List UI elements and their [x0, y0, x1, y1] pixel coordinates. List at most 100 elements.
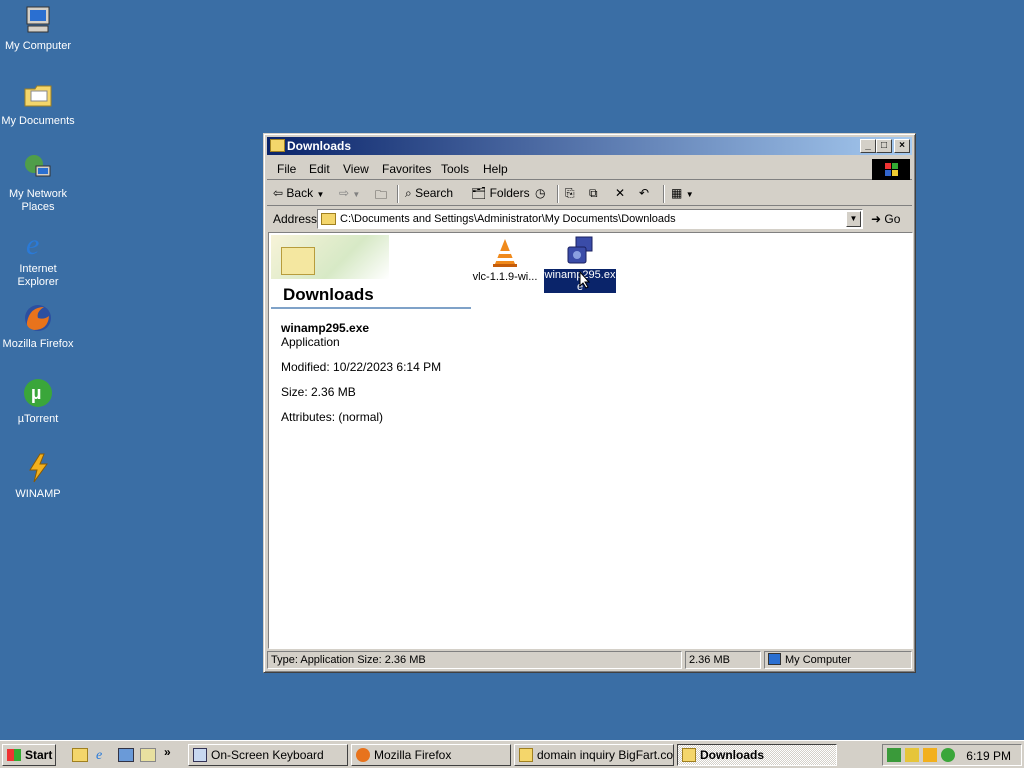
- folders-button[interactable]: 🗂 Folders: [471, 186, 530, 200]
- webview-banner: Downloads: [271, 235, 471, 309]
- folders-icon: 🗂: [471, 186, 487, 200]
- status-zone: My Computer: [764, 651, 912, 669]
- delete-x-icon: ✕: [615, 186, 626, 200]
- menu-view[interactable]: View: [343, 162, 369, 176]
- utorrent-tray-icon[interactable]: [941, 748, 955, 762]
- toolbar: ⇦ Back ▼ ⇨ ▼ 🗀 ⌕ Search 🗂 Folders ◷ ⎘ ⧉ …: [267, 182, 912, 206]
- quicklaunch-overflow-icon[interactable]: »: [164, 745, 180, 759]
- forward-button[interactable]: ⇨ ▼: [339, 186, 360, 200]
- desktop-icon-utorrent[interactable]: µ µTorrent: [0, 377, 76, 426]
- forward-arrow-icon: ⇨: [339, 186, 350, 200]
- back-button[interactable]: ⇦ Back ▼: [273, 186, 324, 200]
- firefox-icon: [22, 302, 54, 334]
- desktop-icon-winamp[interactable]: WINAMP: [0, 452, 76, 501]
- window-title: Downloads: [287, 139, 352, 153]
- window-titlebar[interactable]: Downloads _ □ ×: [267, 137, 912, 155]
- folder-icon: [270, 139, 285, 152]
- explorer-window: Downloads _ □ × File Edit View Favorites…: [263, 133, 916, 673]
- search-button[interactable]: ⌕ Search: [405, 186, 453, 201]
- maximize-button[interactable]: □: [876, 139, 892, 153]
- menu-favorites[interactable]: Favorites: [382, 162, 431, 176]
- desktop-icon-network-places[interactable]: My Network Places: [0, 152, 76, 214]
- history-button[interactable]: ◷: [535, 186, 545, 200]
- task-downloads[interactable]: Downloads: [677, 744, 837, 766]
- folder-content-area[interactable]: Downloads winamp295.exe Application Modi…: [268, 232, 913, 649]
- firefox-icon: [356, 748, 370, 762]
- history-icon: ◷: [535, 186, 546, 200]
- desktop-icon-internet-explorer[interactable]: e Internet Explorer: [0, 227, 76, 289]
- svg-text:µ: µ: [31, 383, 41, 403]
- menu-help[interactable]: Help: [483, 162, 508, 176]
- file-item-label: vlc-1.1.9-wi...: [472, 271, 538, 283]
- desktop-icon-label: Internet Explorer: [17, 263, 59, 288]
- documents-folder-icon: [22, 79, 54, 111]
- up-folder-button[interactable]: 🗀: [375, 186, 387, 207]
- system-tray: 6:19 PM: [882, 744, 1022, 766]
- selected-file-type: Application: [281, 335, 340, 349]
- winamp-icon: [22, 452, 54, 484]
- svg-text:e: e: [26, 228, 39, 259]
- undo-button[interactable]: ↶: [639, 186, 649, 200]
- vlc-cone-icon: [489, 237, 521, 269]
- copy-to-button[interactable]: ⧉: [589, 186, 598, 201]
- toolbar-separator: [663, 185, 665, 203]
- delete-button[interactable]: ✕: [615, 186, 625, 200]
- folder-icon: [321, 213, 336, 225]
- menu-tools[interactable]: Tools: [441, 162, 469, 176]
- folder-icon: [682, 748, 696, 762]
- search-icon: ⌕: [405, 186, 412, 200]
- desktop-icon-label: WINAMP: [15, 488, 61, 500]
- windows-logo-icon: [872, 159, 910, 180]
- address-bar: Address C:\Documents and Settings\Admini…: [267, 207, 912, 231]
- go-arrow-icon: ➜: [871, 212, 882, 226]
- menu-file[interactable]: File: [277, 162, 296, 176]
- start-button[interactable]: Start: [2, 744, 56, 766]
- desktop-icon-firefox[interactable]: Mozilla Firefox: [0, 302, 76, 351]
- views-button[interactable]: ▦ ▼: [671, 186, 694, 200]
- selected-file-attributes: Attributes: (normal): [281, 410, 384, 424]
- selected-file-modified: Modified: 10/22/2023 6:14 PM: [281, 360, 442, 374]
- outlook-express-icon[interactable]: [118, 748, 134, 762]
- chevron-down-icon: ▼: [685, 190, 694, 199]
- panel-folder-title: Downloads: [283, 285, 374, 304]
- desktop-icon-label: Mozilla Firefox: [2, 338, 74, 350]
- close-button[interactable]: ×: [894, 139, 910, 153]
- installer-icon: [564, 235, 596, 267]
- address-input[interactable]: C:\Documents and Settings\Administrator\…: [317, 209, 863, 229]
- task-mozilla-firefox[interactable]: Mozilla Firefox: [351, 744, 511, 766]
- toolbar-separator: [557, 185, 559, 203]
- show-desktop-icon[interactable]: [72, 748, 88, 762]
- selected-file-name: winamp295.exe: [281, 321, 370, 335]
- desktop-icon-label: My Computer: [4, 40, 72, 52]
- move-to-icon: ⎘: [565, 186, 575, 200]
- task-domain-inquiry[interactable]: domain inquiry BigFart.com: [514, 744, 674, 766]
- internet-explorer-icon: e: [22, 227, 54, 261]
- volume-tray-icon[interactable]: [905, 748, 919, 762]
- mouse-cursor-icon: [579, 270, 591, 292]
- desktop-icon-label: My Network Places: [8, 188, 68, 213]
- desktop-icon-my-documents[interactable]: My Documents: [0, 79, 76, 128]
- desktop-icon-label: My Documents: [1, 115, 75, 127]
- menu-edit[interactable]: Edit: [309, 162, 330, 176]
- toolbar-separator: [397, 185, 399, 203]
- winamp-tray-icon[interactable]: [923, 748, 937, 762]
- address-dropdown-button[interactable]: ▼: [846, 211, 861, 227]
- status-bar: Type: Application Size: 2.36 MB 2.36 MB …: [267, 650, 912, 670]
- my-computer-icon: [768, 653, 781, 665]
- move-to-button[interactable]: ⎘: [565, 186, 575, 201]
- network-tray-icon[interactable]: [887, 748, 901, 762]
- address-label: Address: [273, 212, 318, 226]
- search-icon[interactable]: [140, 748, 156, 762]
- minimize-button[interactable]: _: [860, 139, 876, 153]
- chevron-down-icon: ▼: [316, 190, 325, 199]
- task-on-screen-keyboard[interactable]: On-Screen Keyboard: [188, 744, 348, 766]
- desktop-icon-my-computer[interactable]: My Computer: [0, 4, 76, 53]
- internet-explorer-icon[interactable]: e: [96, 748, 112, 763]
- clock[interactable]: 6:19 PM: [966, 749, 1011, 763]
- document-icon: [519, 748, 533, 762]
- status-type-size: Type: Application Size: 2.36 MB: [267, 651, 682, 669]
- file-item-vlc[interactable]: vlc-1.1.9-wi...: [469, 237, 541, 283]
- windows-flag-icon: [7, 749, 21, 761]
- go-button[interactable]: ➜ Go: [871, 212, 900, 226]
- computer-icon: [22, 4, 54, 36]
